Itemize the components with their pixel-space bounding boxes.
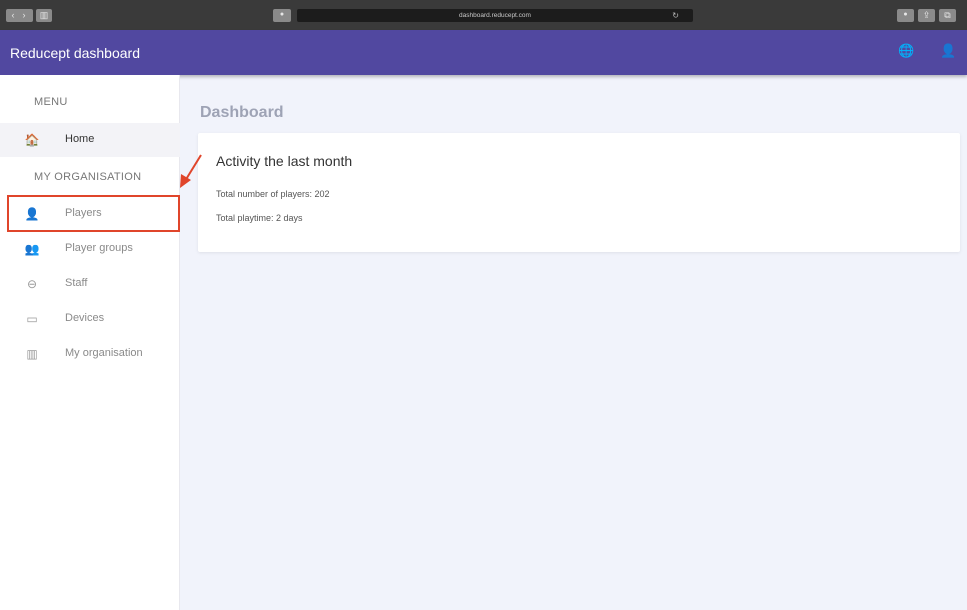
app-title[interactable]: Reducept dashboard [10,45,140,61]
sidebar-item-label: Home [65,133,95,145]
extension-icon: ● [279,11,285,18]
sidebar-item-label: Player groups [65,242,133,254]
sidebar-item-label: My organisation [65,347,143,359]
app-header: Reducept dashboard 🌐 👤 [0,30,967,75]
organisation-section-label: MY ORGANISATION [34,171,142,183]
sidebar: MENU 🏠 Home MY ORGANISATION 👤 Players 👥 … [0,75,180,610]
user-icon[interactable]: 👤 [940,44,956,58]
total-players-text: Total number of players: 202 [216,189,330,199]
share-icon: ⇪ [922,10,931,20]
building-icon: ▥ [26,347,38,361]
card-title: Activity the last month [216,153,353,169]
menu-section-label: MENU [34,96,68,108]
home-icon: 🏠 [24,133,40,147]
globe-icon[interactable]: 🌐 [898,44,914,58]
sidebar-item-my-organisation[interactable]: ▥ My organisation [0,337,180,371]
sidebar-icon: ▥ [39,10,49,20]
device-icon: ▭ [26,312,38,326]
sidebar-item-staff[interactable]: ⊖ Staff [0,267,180,301]
annotation-highlight-box [7,195,180,232]
sidebar-item-home[interactable]: 🏠 Home [0,123,180,157]
back-icon[interactable]: ‹ [9,8,17,22]
address-bar[interactable]: dashboard.reducept.com ↻ [297,9,693,22]
reload-icon[interactable]: ↻ [672,9,679,22]
total-playtime-text: Total playtime: 2 days [216,213,303,223]
sidebar-item-devices[interactable]: ▭ Devices [0,302,180,336]
activity-card: Activity the last month Total number of … [198,133,960,252]
forward-icon[interactable]: › [20,8,28,22]
page-title: Dashboard [200,104,284,121]
tabs-icon: ⧉ [944,10,951,20]
group-icon: 👥 [24,242,40,256]
badge-icon: ⊖ [26,277,38,291]
sidebar-item-label: Staff [65,277,88,289]
browser-toolbar: ‹ › ▥ ● dashboard.reducept.com ↻ ● ⇪ ⧉ [0,0,967,30]
shield-icon: ● [903,11,908,18]
sidebar-item-label: Devices [65,312,105,324]
sidebar-item-player-groups[interactable]: 👥 Player groups [0,232,180,266]
url-text: dashboard.reducept.com [459,12,531,19]
